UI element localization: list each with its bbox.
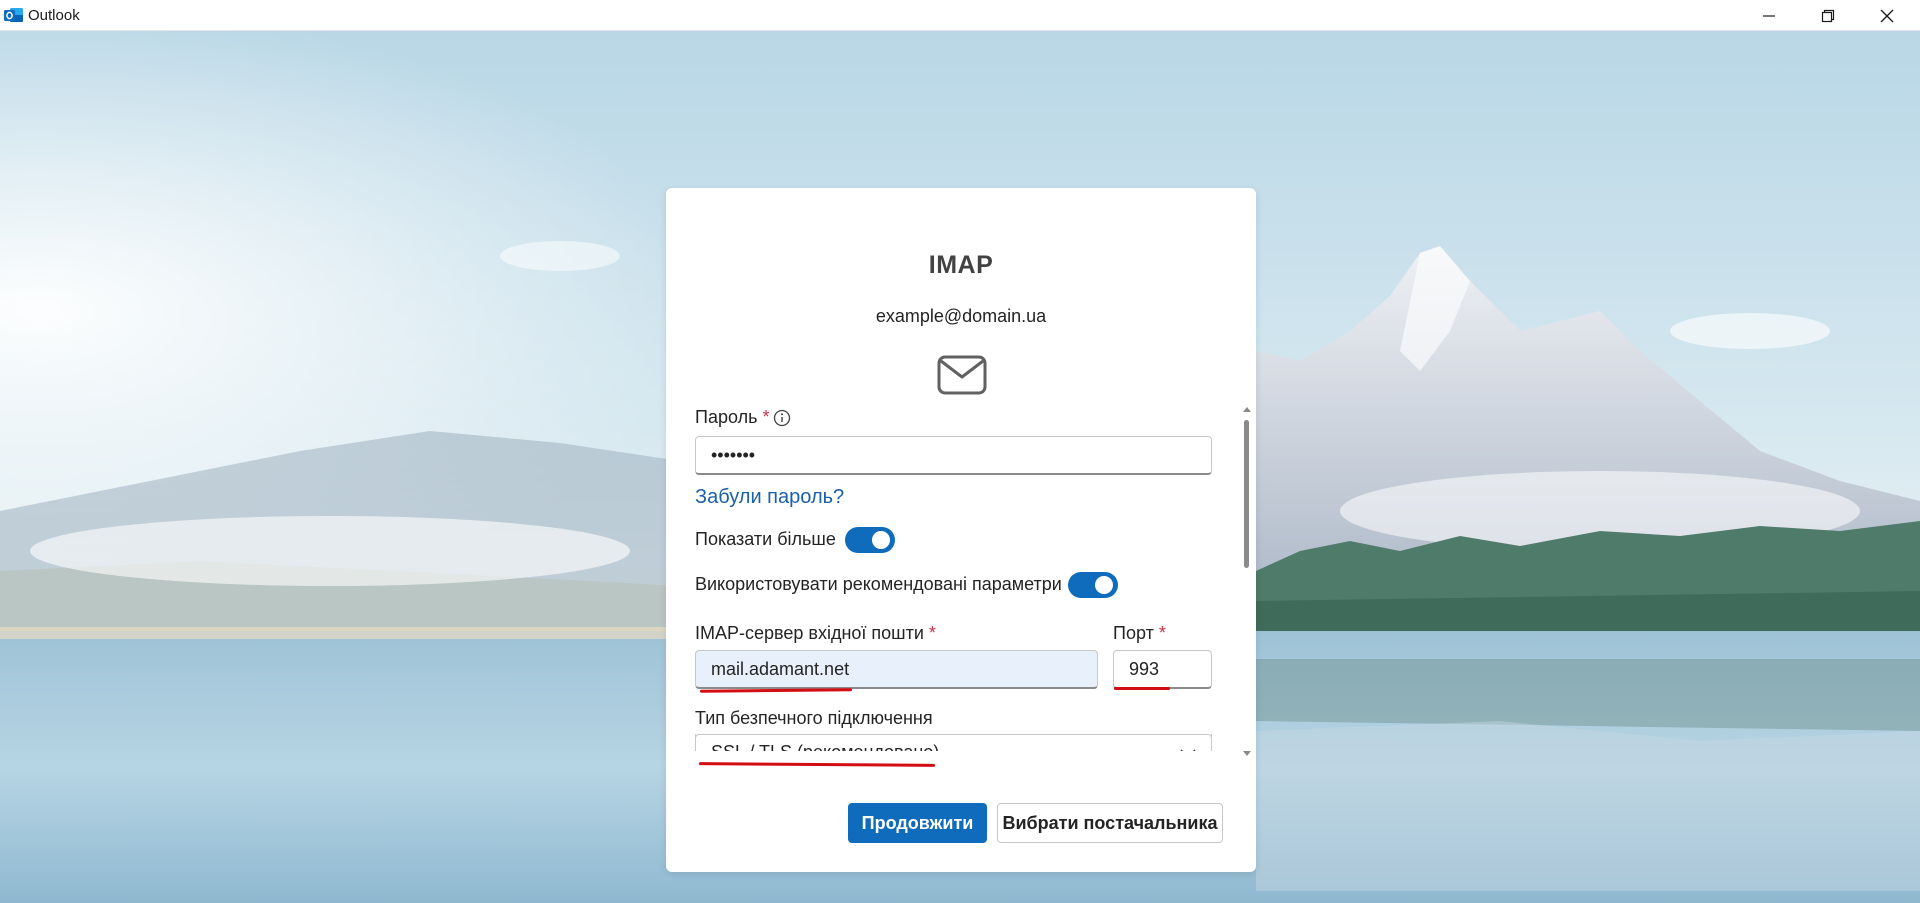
mail-icon (937, 355, 987, 395)
window-title: Outlook (28, 7, 80, 24)
forgot-password-link[interactable]: Забули пароль? (695, 486, 844, 509)
restore-icon (1821, 9, 1835, 22)
imap-server-label: IMAP-сервер вхідної пошти (695, 623, 924, 643)
password-label-row: Пароль * (695, 407, 769, 428)
toggle-knob (1095, 576, 1113, 594)
minimize-icon (1763, 14, 1775, 17)
show-more-label: Показати більше (695, 529, 836, 549)
port-label: Порт (1113, 623, 1154, 643)
required-mark: * (762, 407, 770, 427)
port-label-row: Порт * (1113, 623, 1166, 644)
scroll-up-arrow[interactable] (1243, 407, 1251, 412)
info-icon[interactable] (773, 409, 791, 427)
toggle-knob (872, 531, 890, 549)
port-input[interactable]: 993 (1113, 650, 1212, 689)
use-recommended-label: Використовувати рекомендовані параметри (695, 574, 1062, 594)
choose-provider-button[interactable]: Вибрати постачальника (997, 803, 1223, 843)
select-border (695, 734, 1212, 751)
show-more-toggle[interactable] (845, 527, 895, 553)
title-bar: Outlook (0, 0, 1920, 31)
minimize-button[interactable] (1740, 0, 1798, 31)
password-label: Пароль (695, 407, 758, 427)
scrollbar-thumb[interactable] (1244, 420, 1249, 568)
close-icon (1880, 9, 1894, 22)
security-type-value-clip (695, 734, 1212, 751)
close-button[interactable] (1858, 0, 1916, 31)
annotation-underline (1114, 687, 1170, 690)
imap-server-label-row: IMAP-сервер вхідної пошти * (695, 623, 936, 644)
imap-server-input[interactable]: mail.adamant.net (695, 650, 1098, 689)
password-input[interactable]: ••••••• (695, 436, 1212, 475)
required-mark: * (1158, 623, 1166, 643)
continue-button[interactable]: Продовжити (848, 803, 987, 843)
required-mark: * (928, 623, 936, 643)
use-recommended-toggle[interactable] (1068, 572, 1118, 598)
restore-button[interactable] (1799, 0, 1857, 31)
outlook-icon (4, 8, 23, 22)
account-email: example@domain.ua (875, 306, 1047, 326)
scroll-down-arrow[interactable] (1243, 751, 1251, 756)
imap-setup-dialog: IMAP example@domain.ua Пароль * ••••••• З… (666, 188, 1256, 872)
annotation-underline (698, 762, 936, 767)
dialog-title: IMAP (928, 251, 994, 279)
security-type-label: Тип безпечного підключення (695, 708, 933, 728)
